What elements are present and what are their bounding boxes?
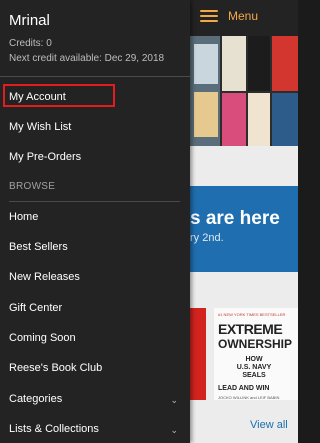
nav-item-home[interactable]: Home	[9, 211, 38, 223]
user-name: Mrinal	[9, 12, 50, 29]
book-subtitle-seals: U.S. NAVY SEALS	[236, 364, 272, 379]
nav-item-my-wish-list[interactable]: My Wish List	[9, 121, 71, 133]
menu-button[interactable]: Menu	[200, 9, 258, 23]
nav-item-gift-center[interactable]: Gift Center	[9, 302, 62, 314]
hamburger-menu-icon	[200, 9, 218, 23]
book-covers-strip[interactable]	[190, 36, 298, 146]
nav-item-coming-soon[interactable]: Coming Soon	[9, 332, 76, 344]
divider	[9, 201, 180, 202]
book-subtitle-lead: LEAD AND WIN	[218, 385, 270, 392]
navigation-drawer: Mrinal Credits: 0 Next credit available:…	[0, 0, 190, 443]
book-subtitle-how: HOW	[245, 356, 263, 363]
credits-count: Credits: 0	[9, 38, 52, 49]
browse-section-header: BROWSE	[9, 181, 56, 192]
next-credit-date: Next credit available: Dec 29, 2018	[9, 53, 165, 64]
chevron-down-icon[interactable]: ⌄	[170, 395, 178, 406]
book-authors: JOCKO WILLINK and LEIF BABIN	[218, 395, 280, 400]
divider	[0, 76, 190, 77]
chevron-down-icon[interactable]: ⌄	[170, 425, 178, 436]
nav-item-reeses-book-club[interactable]: Reese's Book Club	[9, 362, 102, 374]
nav-item-my-pre-orders[interactable]: My Pre-Orders	[9, 151, 81, 163]
view-all-link[interactable]: View all	[250, 419, 288, 431]
book-cover-extreme-ownership[interactable]: #1 NEW YORK TIMES BESTSELLER EXTREME OWN…	[214, 308, 298, 400]
nav-item-my-account[interactable]: My Account	[9, 91, 66, 103]
nav-item-best-sellers[interactable]: Best Sellers	[9, 241, 68, 253]
nav-item-lists-collections[interactable]: Lists & Collections	[9, 423, 99, 435]
book-title-line-1: EXTREME	[218, 321, 283, 337]
nav-item-new-releases[interactable]: New Releases	[9, 271, 80, 283]
book-title-line-2: OWNERSHIP	[218, 337, 293, 351]
nav-item-categories[interactable]: Categories	[9, 393, 62, 405]
menu-label: Menu	[228, 9, 259, 23]
book-tagline: #1 NEW YORK TIMES BESTSELLER	[218, 312, 286, 317]
book-cover[interactable]	[190, 308, 206, 400]
promo-text: s are here	[190, 208, 280, 229]
promo-subtext: ry 2nd.	[190, 232, 224, 244]
book-subtitle: HOW U.S. NAVY SEALS	[230, 356, 278, 380]
